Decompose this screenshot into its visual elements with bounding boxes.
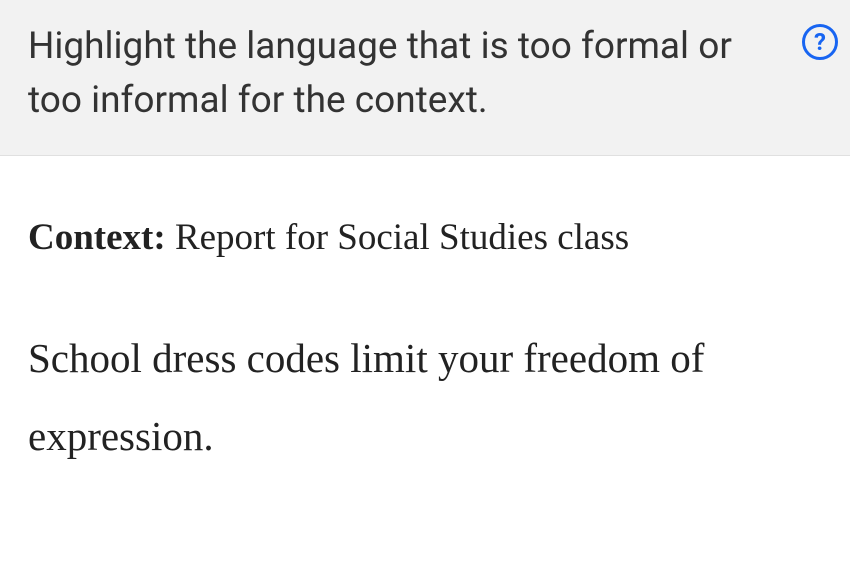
- question-content: Context: Report for Social Studies class…: [0, 156, 850, 476]
- instruction-text: Highlight the language that is too forma…: [28, 20, 802, 127]
- context-value: Report for Social Studies class: [166, 217, 629, 258]
- instruction-header: Highlight the language that is too forma…: [0, 0, 850, 156]
- context-label: Context:: [28, 217, 166, 258]
- highlightable-sentence[interactable]: School dress codes limit your freedom of…: [28, 320, 822, 476]
- help-icon[interactable]: ?: [802, 24, 838, 60]
- context-line: Context: Report for Social Studies class: [28, 212, 822, 264]
